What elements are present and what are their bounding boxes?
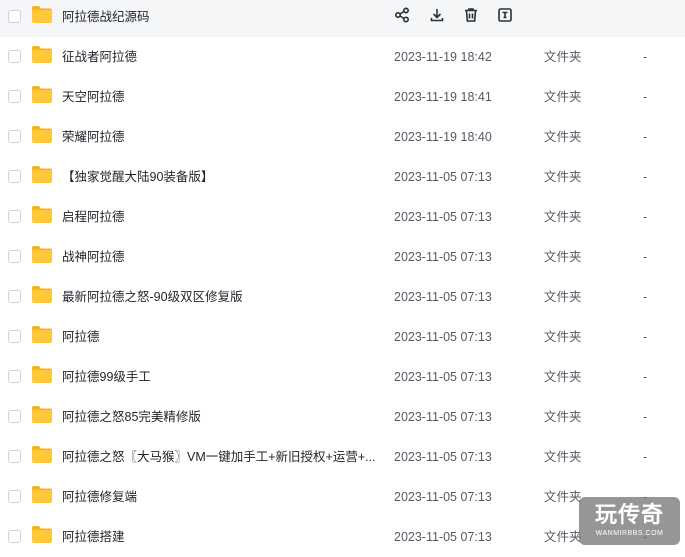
row-checkbox[interactable] [8, 290, 21, 303]
modified-time: 2023-11-05 07:13 [394, 170, 492, 184]
folder-icon [31, 405, 53, 424]
file-name[interactable]: 阿拉德修复端 [62, 477, 137, 517]
folder-icon [31, 165, 53, 184]
modified-time: 2023-11-05 07:13 [394, 410, 492, 424]
file-type: 文件夹 [544, 370, 582, 384]
file-size: - [643, 130, 648, 144]
file-size: - [643, 370, 648, 384]
file-name[interactable]: 阿拉德之怒85完美精修版 [62, 397, 201, 437]
file-row[interactable]: 阿拉德 2023-11-05 07:13 文件夹 - [0, 317, 685, 357]
modified-time: 2023-11-19 18:40 [394, 130, 492, 144]
folder-icon [31, 525, 53, 544]
modified-time: 2023-11-19 18:41 [394, 90, 492, 104]
file-size: - [643, 450, 648, 464]
file-row[interactable]: 启程阿拉德 2023-11-05 07:13 文件夹 - [0, 197, 685, 237]
download-icon[interactable] [428, 6, 446, 24]
share-icon[interactable] [393, 6, 411, 24]
file-row[interactable]: 阿拉德之怒85完美精修版 2023-11-05 07:13 文件夹 - [0, 397, 685, 437]
folder-icon [31, 285, 53, 304]
file-name[interactable]: 天空阿拉德 [62, 77, 125, 117]
file-name[interactable]: 征战者阿拉德 [62, 37, 137, 77]
file-size: - [643, 170, 648, 184]
file-row[interactable]: 【独家觉醒大陆90装备版】 2023-11-05 07:13 文件夹 - [0, 157, 685, 197]
file-type: 文件夹 [544, 290, 582, 304]
file-size: - [643, 330, 648, 344]
row-checkbox[interactable] [8, 90, 21, 103]
row-checkbox[interactable] [8, 50, 21, 63]
folder-icon [31, 45, 53, 64]
file-name[interactable]: 最新阿拉德之怒-90级双区修复版 [62, 277, 243, 317]
file-name[interactable]: 启程阿拉德 [62, 197, 125, 237]
row-checkbox[interactable] [8, 130, 21, 143]
file-row[interactable]: 阿拉德99级手工 2023-11-05 07:13 文件夹 - [0, 357, 685, 397]
modified-time: 2023-11-05 07:13 [394, 370, 492, 384]
file-size: - [643, 210, 648, 224]
file-name[interactable]: 阿拉德 [62, 317, 100, 357]
modified-time: 2023-11-05 07:13 [394, 250, 492, 264]
file-row[interactable]: 天空阿拉德 2023-11-19 18:41 文件夹 - [0, 77, 685, 117]
file-size: - [643, 410, 648, 424]
folder-icon [31, 125, 53, 144]
file-name[interactable]: 阿拉德战纪源码 [62, 0, 150, 37]
watermark-title: 玩传奇 [594, 502, 664, 527]
modified-time: 2023-11-05 07:13 [394, 290, 492, 304]
file-name[interactable]: 阿拉德之怒〖大马猴〗VM一键加手工+新旧授权+运营+... [62, 437, 376, 477]
watermark-subtitle: WANMIRBBS.COM [595, 530, 664, 537]
file-type: 文件夹 [544, 410, 582, 424]
watermark-logo: 玩传奇 WANMIRBBS.COM [579, 497, 680, 545]
file-name[interactable]: 阿拉德搭建 [62, 517, 125, 557]
file-name[interactable]: 阿拉德99级手工 [62, 357, 151, 397]
folder-icon [31, 205, 53, 224]
folder-icon [31, 245, 53, 264]
row-checkbox[interactable] [8, 530, 21, 543]
row-checkbox[interactable] [8, 250, 21, 263]
row-checkbox[interactable] [8, 330, 21, 343]
folder-icon [31, 5, 53, 24]
file-row[interactable]: 阿拉德之怒〖大马猴〗VM一键加手工+新旧授权+运营+... 2023-11-05 … [0, 437, 685, 477]
file-type: 文件夹 [544, 90, 582, 104]
delete-icon[interactable] [462, 6, 480, 24]
folder-icon [31, 325, 53, 344]
file-type: 文件夹 [544, 490, 582, 504]
file-name[interactable]: 【独家觉醒大陆90装备版】 [62, 157, 213, 197]
file-type: 文件夹 [544, 330, 582, 344]
file-row[interactable]: 阿拉德战纪源码 [0, 0, 685, 37]
rename-icon[interactable] [496, 6, 514, 24]
folder-icon [31, 445, 53, 464]
file-name[interactable]: 荣耀阿拉德 [62, 117, 125, 157]
file-type: 文件夹 [544, 170, 582, 184]
modified-time: 2023-11-05 07:13 [394, 490, 492, 504]
row-checkbox[interactable] [8, 450, 21, 463]
modified-time: 2023-11-05 07:13 [394, 450, 492, 464]
folder-icon [31, 85, 53, 104]
file-name[interactable]: 战神阿拉德 [62, 237, 125, 277]
file-row[interactable]: 荣耀阿拉德 2023-11-19 18:40 文件夹 - [0, 117, 685, 157]
modified-time: 2023-11-19 18:42 [394, 50, 492, 64]
file-type: 文件夹 [544, 130, 582, 144]
file-size: - [643, 50, 648, 64]
row-checkbox[interactable] [8, 210, 21, 223]
folder-icon [31, 365, 53, 384]
file-size: - [643, 290, 648, 304]
file-row[interactable]: 最新阿拉德之怒-90级双区修复版 2023-11-05 07:13 文件夹 - [0, 277, 685, 317]
folder-icon [31, 485, 53, 504]
row-checkbox[interactable] [8, 410, 21, 423]
modified-time: 2023-11-05 07:13 [394, 330, 492, 344]
modified-time: 2023-11-05 07:13 [394, 530, 492, 544]
file-size: - [643, 90, 648, 104]
file-size: - [643, 250, 648, 264]
file-type: 文件夹 [544, 250, 582, 264]
modified-time: 2023-11-05 07:13 [394, 210, 492, 224]
file-type: 文件夹 [544, 450, 582, 464]
file-row[interactable]: 征战者阿拉德 2023-11-19 18:42 文件夹 - [0, 37, 685, 77]
row-checkbox[interactable] [8, 370, 21, 383]
row-checkbox[interactable] [8, 490, 21, 503]
row-checkbox[interactable] [8, 10, 21, 23]
file-type: 文件夹 [544, 530, 582, 544]
file-type: 文件夹 [544, 50, 582, 64]
file-type: 文件夹 [544, 210, 582, 224]
row-checkbox[interactable] [8, 170, 21, 183]
file-row[interactable]: 战神阿拉德 2023-11-05 07:13 文件夹 - [0, 237, 685, 277]
